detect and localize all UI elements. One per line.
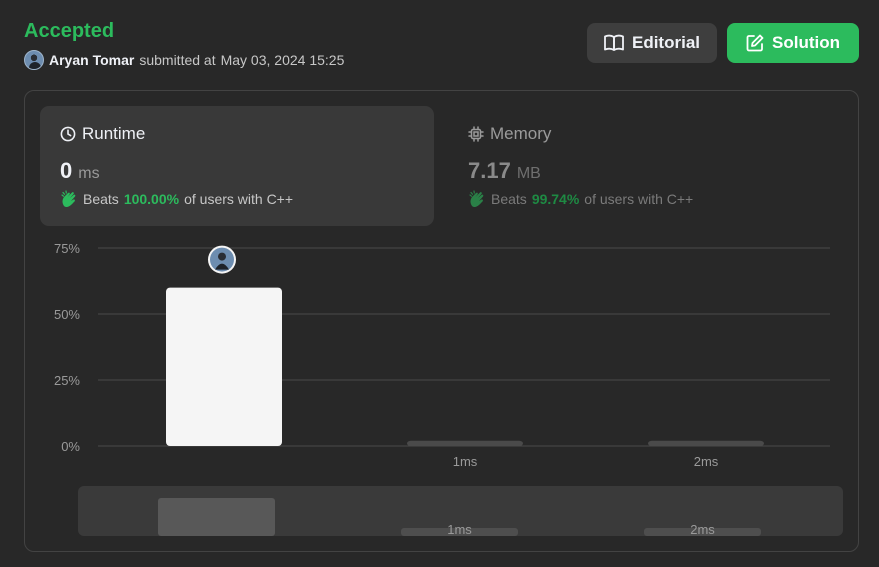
y-tick-label: 25%	[54, 373, 80, 388]
username-link[interactable]: Aryan Tomar	[49, 52, 134, 68]
memory-value-row: 7.17 MB	[468, 158, 822, 184]
y-tick-label: 0%	[61, 439, 80, 454]
memory-card[interactable]: Memory 7.17 MB Beats 99.74% of users wit…	[448, 106, 842, 226]
user-marker[interactable]	[208, 245, 236, 274]
runtime-card[interactable]: Runtime 0 ms Beats 100.00% of users with…	[40, 106, 434, 226]
memory-beats: Beats 99.74% of users with C++	[468, 190, 822, 208]
runtime-beats-suffix: of users with C++	[184, 191, 294, 207]
book-open-icon	[604, 34, 624, 51]
clap-icon	[61, 190, 76, 208]
y-tick-label: 75%	[54, 241, 80, 256]
runtime-value-row: 0 ms	[60, 158, 414, 184]
runtime-value: 0	[60, 158, 73, 183]
runtime-beats-prefix: Beats	[83, 191, 119, 207]
memory-beats-suffix: of users with C++	[584, 191, 694, 207]
clap-icon	[469, 190, 484, 208]
chart-bar[interactable]	[648, 440, 764, 446]
status-title: Accepted	[24, 20, 115, 42]
runtime-header: Runtime	[60, 124, 414, 144]
x-tick-label: 1ms	[453, 454, 478, 469]
runtime-label: Runtime	[82, 124, 146, 143]
minimap-tick-label: 1ms	[447, 522, 472, 537]
memory-beats-prefix: Beats	[491, 191, 527, 207]
x-tick-label: 2ms	[694, 454, 719, 469]
runtime-beats-percent: 100.00%	[123, 191, 180, 207]
chart-bar[interactable]	[166, 287, 282, 446]
memory-beats-percent: 99.74%	[531, 191, 580, 207]
runtime-beats: Beats 100.00% of users with C++	[60, 190, 414, 208]
memory-label: Memory	[490, 124, 552, 143]
editorial-button[interactable]: Editorial	[587, 23, 717, 63]
edit-icon	[746, 34, 764, 52]
solution-label: Solution	[772, 33, 840, 52]
memory-unit: MB	[516, 165, 541, 182]
clock-icon	[60, 126, 76, 142]
memory-header: Memory	[468, 124, 822, 144]
solution-button[interactable]: Solution	[727, 23, 859, 63]
submission-info: Aryan Tomar submitted at May 03, 2024 15…	[24, 50, 344, 70]
submitted-at-text: submitted at	[139, 52, 216, 68]
y-tick-label: 50%	[54, 307, 80, 322]
minimap-bar	[158, 498, 275, 536]
runtime-unit: ms	[78, 165, 100, 182]
submission-timestamp: May 03, 2024 15:25	[220, 52, 345, 68]
minimap-tick-label: 2ms	[690, 522, 715, 537]
avatar[interactable]	[24, 50, 44, 70]
memory-value: 7.17	[468, 158, 511, 183]
chart-bar[interactable]	[407, 440, 523, 446]
chip-icon	[468, 126, 484, 142]
editorial-label: Editorial	[631, 33, 700, 52]
